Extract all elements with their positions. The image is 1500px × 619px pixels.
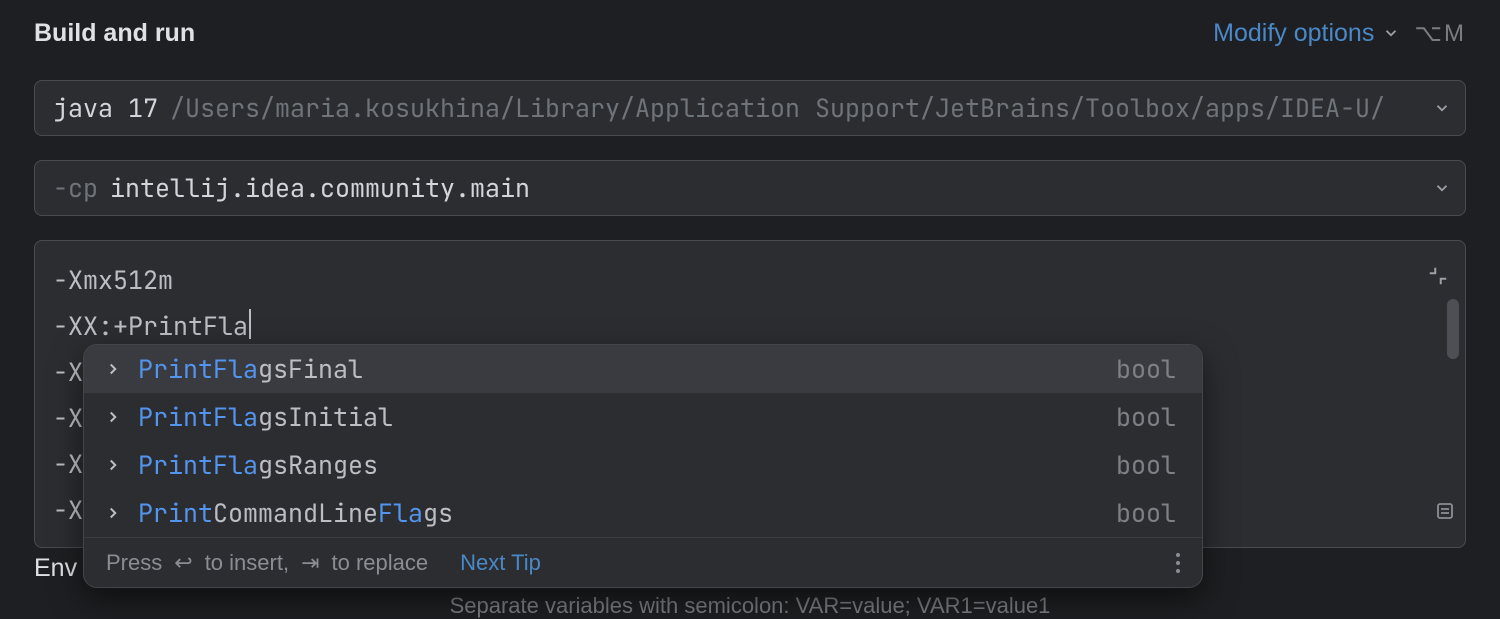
completion-footer: Press ↩ to insert, ⇥ to replace Next Tip: [84, 537, 1202, 587]
modify-options-link[interactable]: Modify options: [1213, 19, 1400, 48]
completion-type: bool: [1116, 496, 1176, 530]
shortcut-hint: ⌥M: [1414, 19, 1466, 48]
completion-item[interactable]: PrintCommandLineFlags bool: [84, 489, 1202, 537]
chevron-right-icon: [104, 408, 122, 426]
classpath-value: intellij.idea.community.main: [110, 171, 530, 205]
vm-options-line: -Xmx512m: [53, 257, 1447, 303]
section-title: Build and run: [34, 19, 195, 48]
completion-item[interactable]: PrintFlagsRanges bool: [84, 441, 1202, 489]
jdk-select-field[interactable]: java 17 /Users/maria.kosukhina/Library/A…: [34, 80, 1466, 136]
jdk-name: java 17: [53, 91, 158, 125]
more-menu-icon[interactable]: [1176, 553, 1180, 573]
env-vars-hint: Separate variables with semicolon: VAR=v…: [34, 593, 1466, 619]
enter-key-icon: ↩: [174, 550, 192, 576]
completion-item[interactable]: PrintFlagsFinal bool: [84, 345, 1202, 393]
classpath-flag: -cp: [53, 171, 98, 205]
code-completion-popup: PrintFlagsFinal bool PrintFlagsInitial b…: [83, 344, 1203, 588]
completion-type: bool: [1116, 400, 1176, 434]
jdk-path: /Users/maria.kosukhina/Library/Applicati…: [170, 91, 1447, 125]
env-vars-label-partial: Env: [34, 554, 77, 583]
collapse-icon[interactable]: [1427, 255, 1449, 301]
chevron-down-icon: [1382, 24, 1400, 42]
next-tip-link[interactable]: Next Tip: [460, 550, 541, 576]
completion-type: bool: [1116, 448, 1176, 482]
modify-options-label: Modify options: [1213, 19, 1374, 48]
classpath-field[interactable]: -cp intellij.idea.community.main: [34, 160, 1466, 216]
chevron-down-icon: [1433, 179, 1451, 197]
completion-item[interactable]: PrintFlagsInitial bool: [84, 393, 1202, 441]
chevron-right-icon: [104, 504, 122, 522]
tab-key-icon: ⇥: [301, 550, 319, 576]
chevron-right-icon: [104, 360, 122, 378]
vm-options-line: -XX:+PrintFla: [53, 303, 1447, 349]
chevron-right-icon: [104, 456, 122, 474]
chevron-down-icon: [1433, 99, 1451, 117]
text-caret: [249, 309, 251, 339]
expand-list-icon[interactable]: [1433, 491, 1457, 537]
section-header: Build and run Modify options ⌥M: [34, 10, 1466, 56]
scrollbar-thumb[interactable]: [1447, 299, 1459, 359]
completion-type: bool: [1116, 352, 1176, 386]
